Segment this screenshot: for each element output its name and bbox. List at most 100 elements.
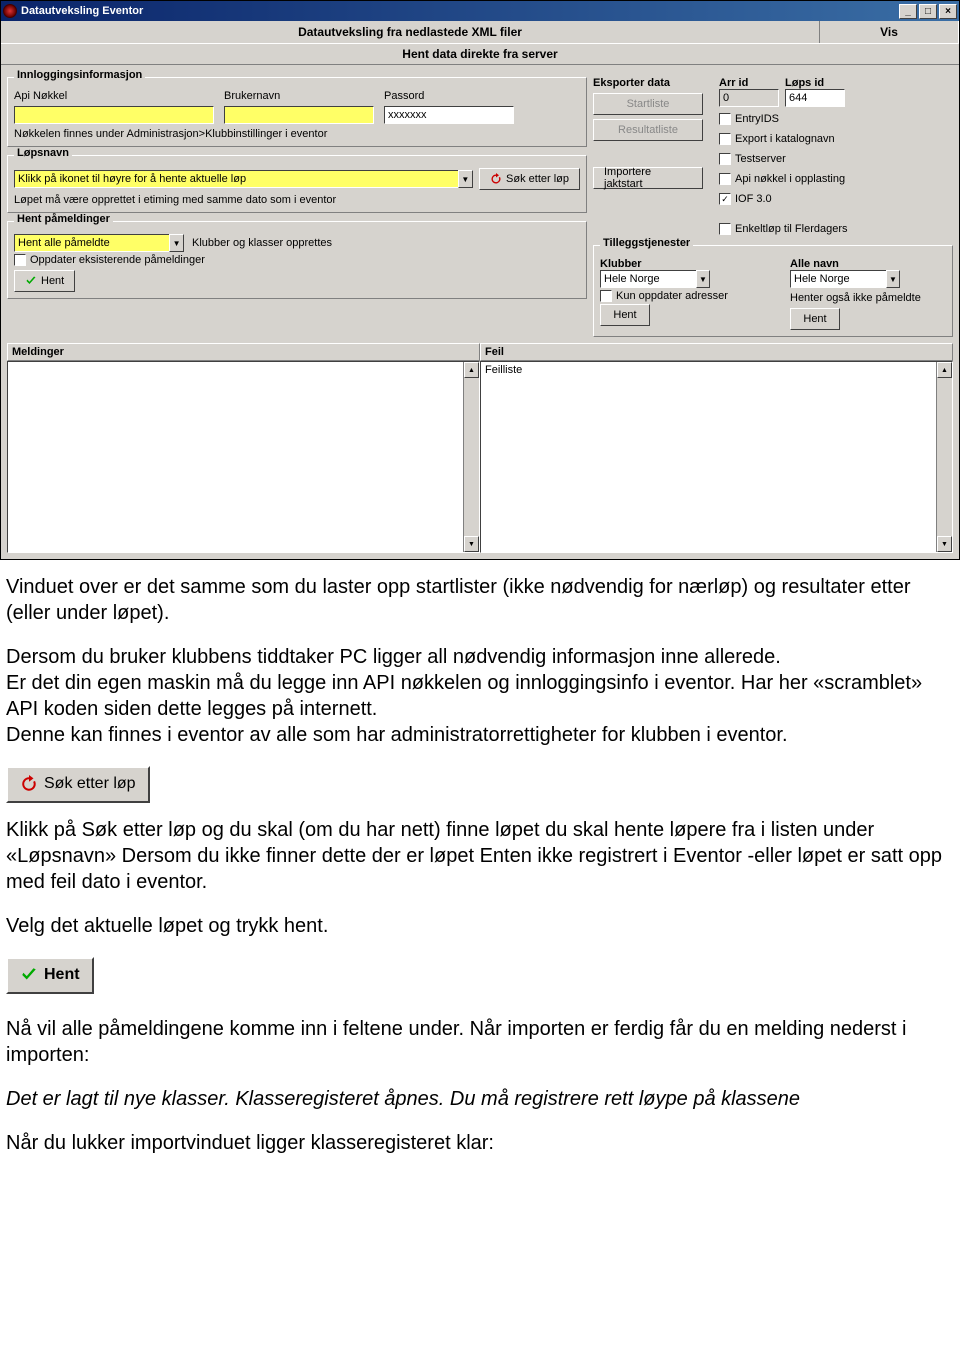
inline-button-sok: Søk etter løp [6,766,150,803]
maximize-button[interactable]: □ [919,4,937,19]
pane-feil[interactable]: Feilliste ▲ ▼ [480,361,953,553]
label-iof30: IOF 3.0 [735,193,772,205]
checkbox-icon[interactable] [719,133,731,145]
input-arr-id[interactable] [719,89,779,107]
dropdown-alle-navn[interactable]: ▼ [790,270,900,288]
minimize-button[interactable]: _ [899,4,917,19]
chevron-down-icon[interactable]: ▼ [169,234,184,252]
group-tillegg: Tilleggstjenester Klubber ▼ Kun oppdater… [593,245,953,337]
document-body: Vinduet over er det samme som du laster … [0,560,960,1194]
header-feil: Feil [480,343,953,361]
label-username: Brukernavn [224,90,374,102]
input-password[interactable] [384,106,514,124]
doc-para-6: Velg det aktuelle løpet og trykk hent. [6,913,954,939]
checkbox-entryids[interactable]: EntryIDS [719,113,953,125]
checkbox-icon[interactable] [14,254,26,266]
chevron-down-icon[interactable]: ▼ [458,170,474,188]
doc-para-9: Når du lukker importvinduet ligger klass… [6,1130,954,1156]
doc-para-7: Nå vil alle påmeldingene komme inn i fel… [6,1016,954,1068]
chevron-down-icon[interactable]: ▼ [886,270,900,288]
label-inline-sok: Søk etter løp [44,774,136,795]
app-icon [3,4,17,18]
doc-para-8: Det er lagt til nye klasser. Klasseregis… [6,1086,954,1112]
titlebar[interactable]: Datautveksling Eventor _ □ × [1,1,959,21]
doc-para-5: Klikk på Søk etter løp og du skal (om du… [6,817,954,895]
label-oppdater-eksisterende: Oppdater eksisterende påmeldinger [30,254,205,266]
app-window: Datautveksling Eventor _ □ × Datautveksl… [0,0,960,560]
button-startliste[interactable]: Startliste [593,93,703,115]
scroll-up-icon[interactable]: ▲ [937,362,952,378]
doc-para-2: Dersom du bruker klubbens tiddtaker PC l… [6,646,781,668]
scroll-down-icon[interactable]: ▼ [464,536,479,552]
scrollbar[interactable]: ▲ ▼ [463,362,479,552]
label-lops-id: Løps id [785,77,845,89]
label-eksporter-data: Eksporter data [593,77,713,89]
checkbox-icon[interactable] [719,173,731,185]
input-lopsnavn[interactable] [14,170,458,188]
checkbox-iof30[interactable]: ✓ IOF 3.0 [719,193,953,205]
scroll-up-icon[interactable]: ▲ [464,362,479,378]
dropdown-klubber[interactable]: ▼ [600,270,710,288]
group-login: Innloggingsinformasjon Api Nøkkel Bruker… [7,77,587,147]
group-pameldinger: Hent påmeldinger ▼ Klubber og klasser op… [7,221,587,299]
menu-xml-files[interactable]: Datautveksling fra nedlastede XML filer [1,21,819,43]
legend-tillegg: Tilleggstjenester [600,237,693,249]
group-lopsnavn: Løpsnavn ▼ Søk etter løp L [7,155,587,213]
label-enkeltlop: Enkeltløp til Flerdagers [735,223,848,235]
label-testserver: Testserver [735,153,786,165]
label-api-opplasting: Api nøkkel i opplasting [735,173,845,185]
panes: Meldinger ▲ ▼ Feil Feilliste ▲ ▼ [7,343,953,553]
window-title: Datautveksling Eventor [21,5,143,17]
legend-pameldinger: Hent påmeldinger [14,213,113,225]
checkbox-enkeltlop[interactable]: Enkeltløp til Flerdagers [719,223,953,235]
inline-button-hent: Hent [6,957,94,994]
doc-para-3: Er det din egen maskin må du legge inn A… [6,672,922,720]
checkbox-api-opplasting[interactable]: Api nøkkel i opplasting [719,173,953,185]
label-hent: Hent [41,275,64,287]
checkbox-icon[interactable] [719,223,731,235]
label-arr-id: Arr id [719,77,779,89]
checkbox-testserver[interactable]: Testserver [719,153,953,165]
checkbox-icon[interactable] [600,290,612,302]
label-api-key: Api Nøkkel [14,90,214,102]
dropdown-pameldte[interactable]: ▼ [14,234,184,252]
label-alle-navn: Alle navn [790,258,940,270]
label-klubber: Klubber [600,258,750,270]
checkbox-export-katalog[interactable]: Export i katalognavn [719,133,953,145]
button-hent-pameldinger[interactable]: Hent [14,270,75,292]
label-inline-hent: Hent [44,965,80,986]
scrollbar[interactable]: ▲ ▼ [936,362,952,552]
check-icon [20,966,38,984]
chevron-down-icon[interactable]: ▼ [696,270,710,288]
menu-vis[interactable]: Vis [819,21,959,43]
checkbox-icon[interactable]: ✓ [719,193,731,205]
button-importer-jaktstart[interactable]: Importere jaktstart [593,167,703,189]
input-lops-id[interactable] [785,89,845,107]
legend-lopsnavn: Løpsnavn [14,147,72,159]
note-alle-navn: Henter også ikke påmeldte [790,292,940,304]
checkbox-kun-adresser[interactable]: Kun oppdater adresser [600,290,750,302]
scroll-down-icon[interactable]: ▼ [937,536,952,552]
button-hent-navn[interactable]: Hent [790,308,840,330]
checkbox-icon[interactable] [719,153,731,165]
legend-login: Innloggingsinformasjon [14,69,145,81]
menubar: Datautveksling fra nedlastede XML filer … [1,21,959,43]
input-username[interactable] [224,106,374,124]
dropdown-lopsnavn[interactable]: ▼ [14,170,473,188]
input-pameldte[interactable] [14,234,169,252]
button-sok-etter-lop[interactable]: Søk etter løp [479,168,580,190]
input-api-key[interactable] [14,106,214,124]
feilliste-header: Feilliste [485,364,522,376]
close-button[interactable]: × [939,4,957,19]
button-resultatliste[interactable]: Resultatliste [593,119,703,141]
checkbox-oppdater-eksisterende[interactable]: Oppdater eksisterende påmeldinger [14,254,580,266]
input-klubber[interactable] [600,270,696,288]
pane-meldinger[interactable]: ▲ ▼ [7,361,480,553]
doc-para-1: Vinduet over er det samme som du laster … [6,574,954,626]
checkbox-icon[interactable] [719,113,731,125]
refresh-icon [20,775,38,793]
label-entryids: EntryIDS [735,113,779,125]
input-alle-navn[interactable] [790,270,886,288]
label-password: Passord [384,90,514,102]
button-hent-klubber[interactable]: Hent [600,304,650,326]
